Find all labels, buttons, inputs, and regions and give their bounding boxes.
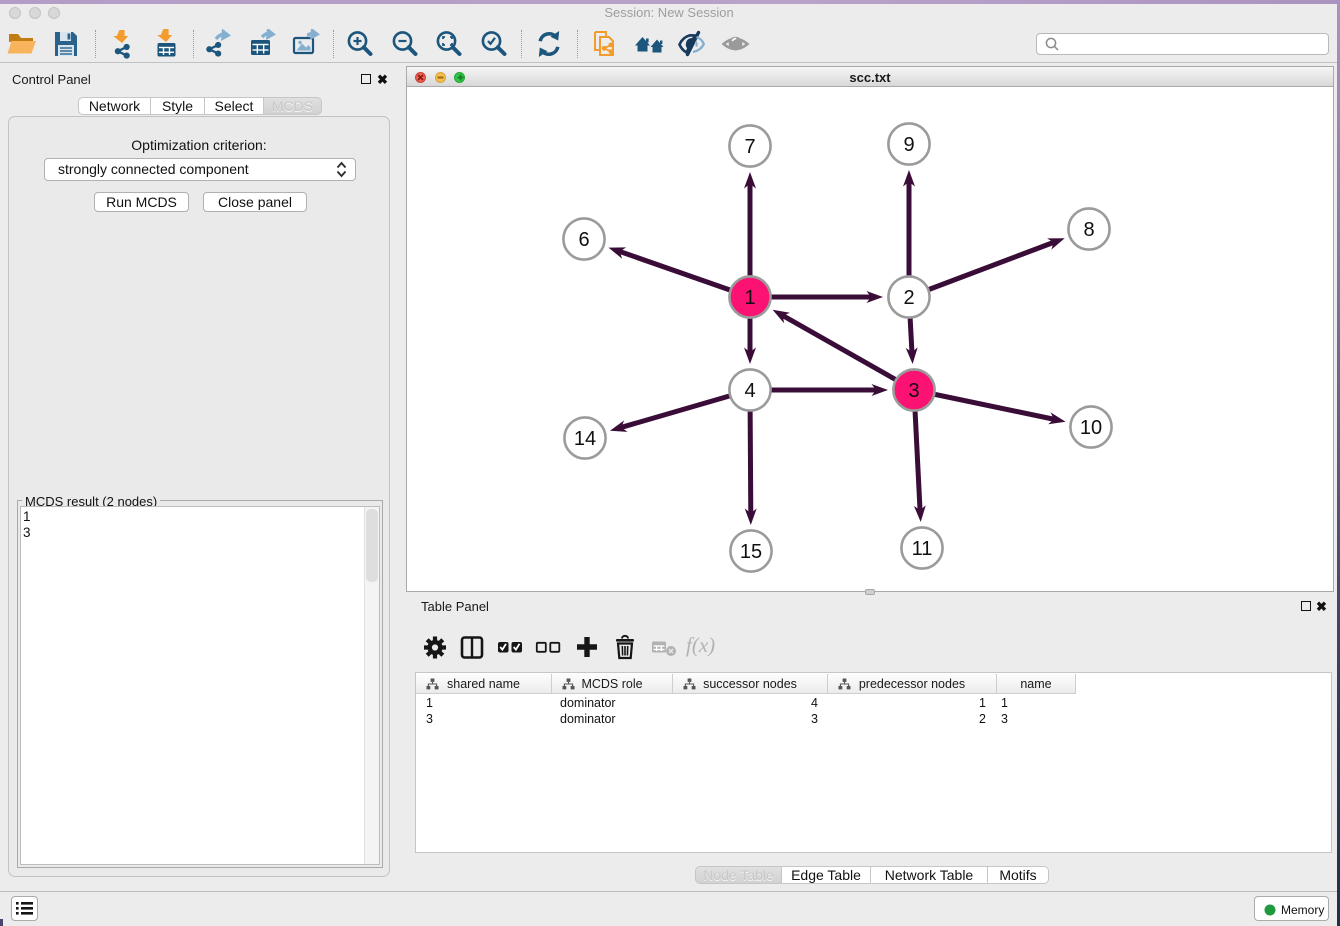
svg-text:11: 11: [912, 538, 933, 560]
svg-text:9: 9: [903, 134, 914, 156]
svg-text:8: 8: [1083, 219, 1094, 241]
svg-text:2: 2: [903, 287, 914, 309]
svg-text:14: 14: [574, 428, 596, 450]
svg-text:6: 6: [578, 229, 589, 251]
svg-text:10: 10: [1080, 417, 1102, 439]
svg-text:4: 4: [744, 380, 755, 402]
svg-text:1: 1: [744, 287, 755, 309]
svg-text:3: 3: [908, 380, 919, 402]
svg-text:15: 15: [740, 541, 762, 563]
svg-text:7: 7: [744, 136, 755, 158]
